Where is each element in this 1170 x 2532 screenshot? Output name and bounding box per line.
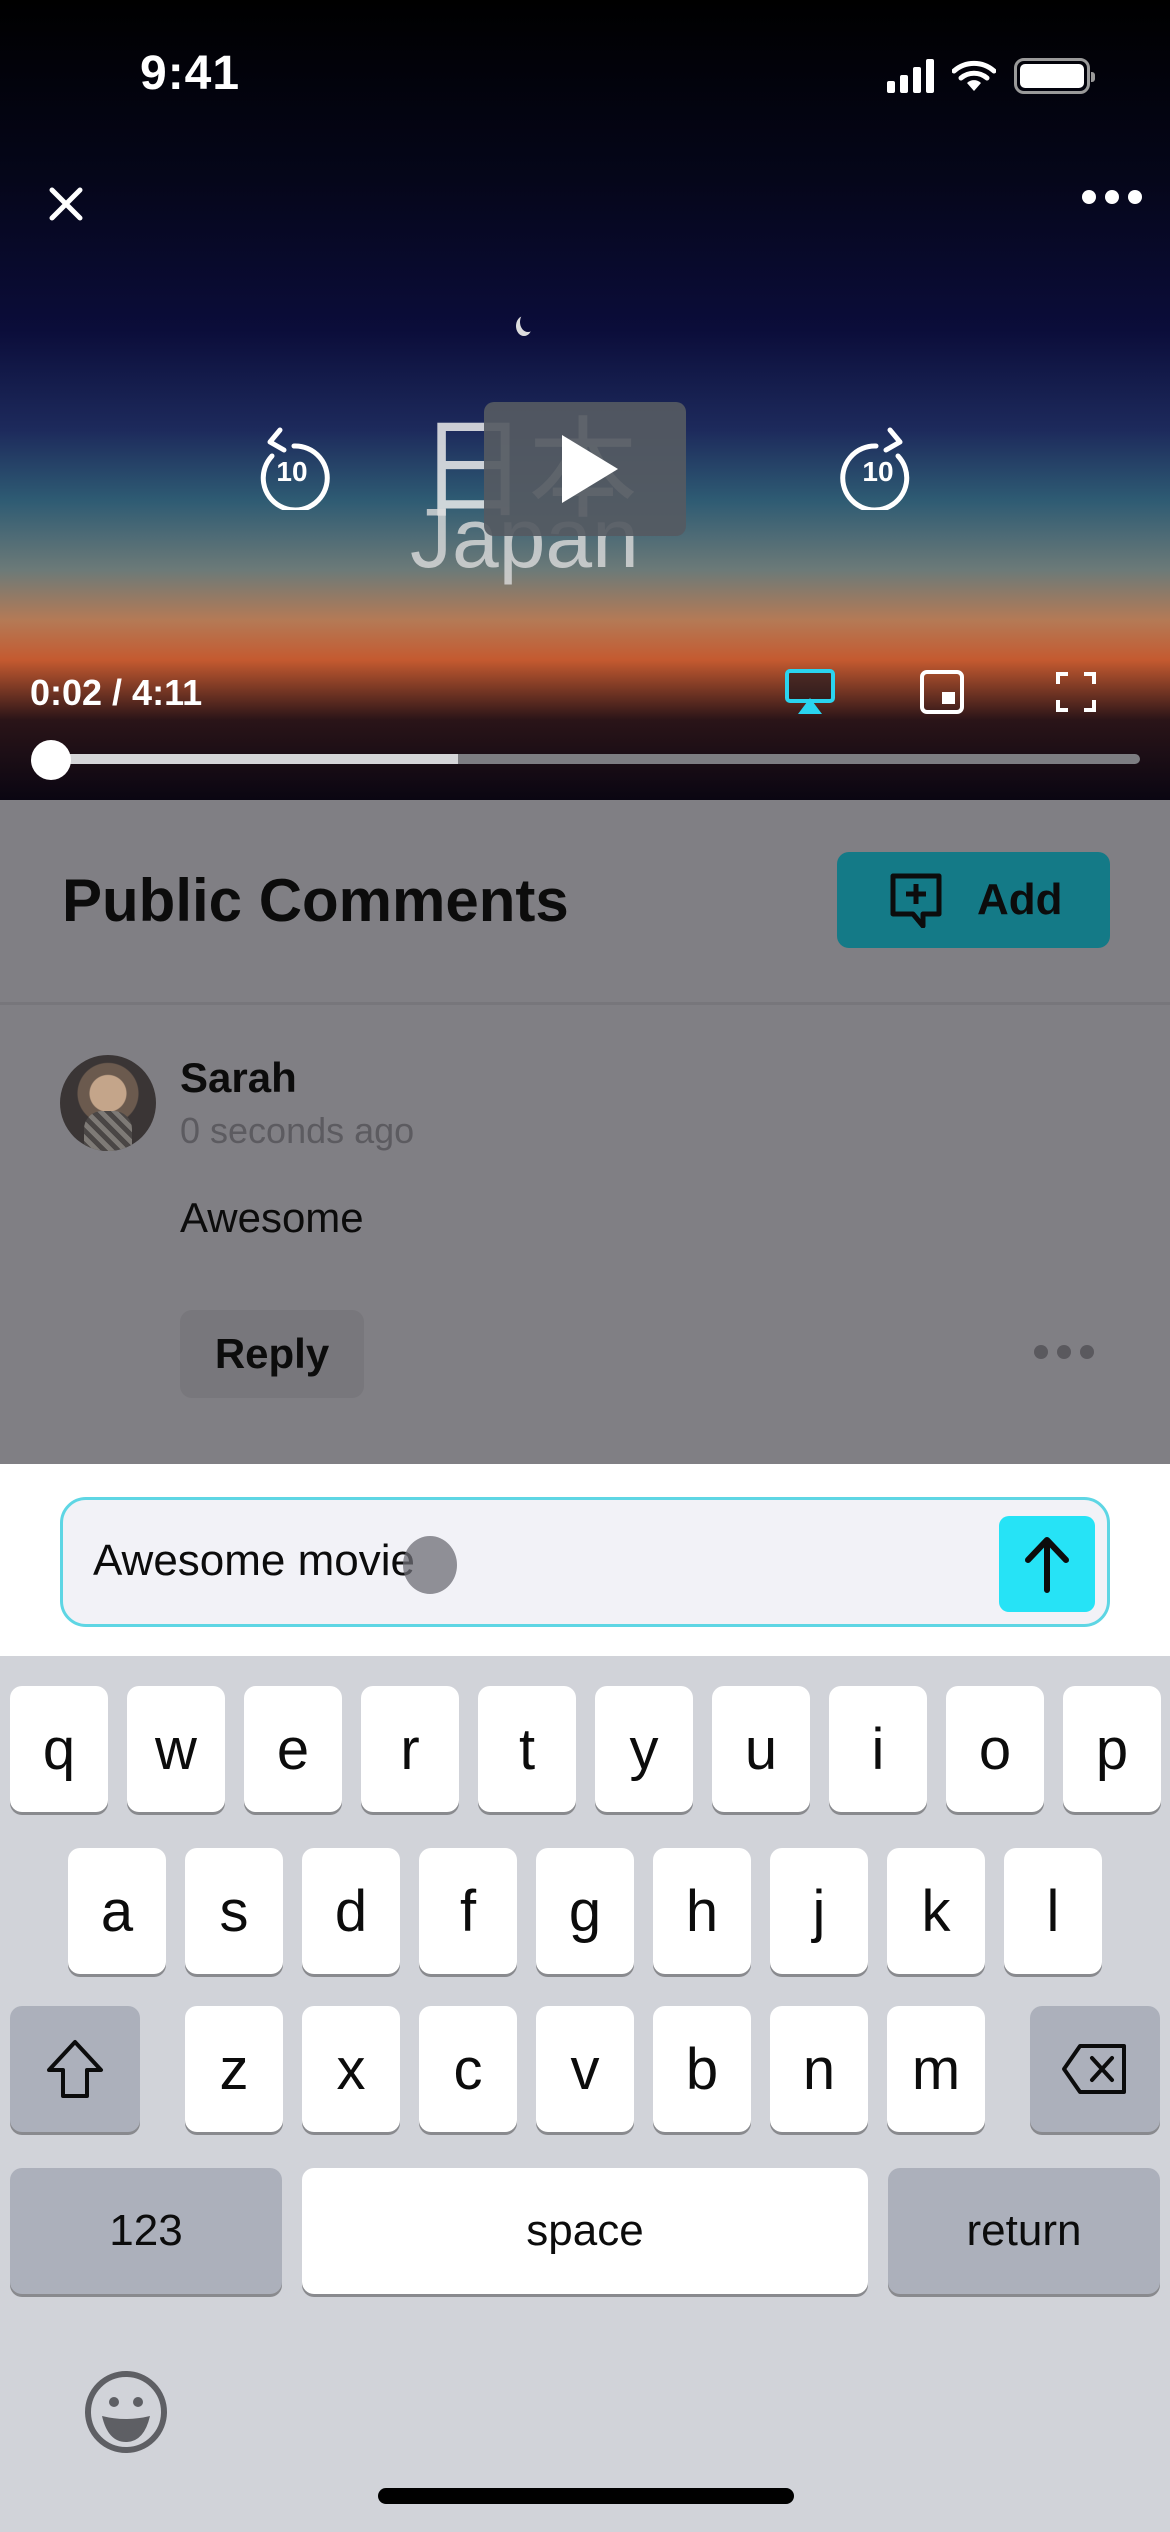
text-cursor[interactable] <box>403 1536 457 1594</box>
key-t[interactable]: t <box>478 1686 576 1812</box>
key-z[interactable]: z <box>185 2006 283 2132</box>
play-button[interactable] <box>484 402 686 536</box>
fullscreen-icon[interactable] <box>1050 668 1102 716</box>
comment-input-value[interactable]: Awesome movie <box>93 1536 415 1586</box>
progress-thumb[interactable] <box>30 740 71 780</box>
key-r[interactable]: r <box>361 1686 459 1812</box>
comments-title: Public Comments <box>62 867 569 934</box>
key-h[interactable]: h <box>653 1848 751 1974</box>
key-d[interactable]: d <box>302 1848 400 1974</box>
comment-composer: Awesome movie <box>0 1464 1170 1656</box>
comments-header: Public Comments Add <box>0 800 1170 1005</box>
key-l[interactable]: l <box>1004 1848 1102 1974</box>
moon-graphic <box>520 312 536 332</box>
key-i[interactable]: i <box>829 1686 927 1812</box>
seek-forward-button[interactable]: 10 <box>836 420 920 513</box>
comment-author[interactable]: Sarah <box>180 1054 297 1102</box>
battery-icon <box>1014 58 1095 94</box>
buffered-progress <box>40 754 458 764</box>
key-f[interactable]: f <box>419 1848 517 1974</box>
key-s[interactable]: s <box>185 1848 283 1974</box>
reply-button[interactable]: Reply <box>180 1310 364 1398</box>
arrow-up-icon <box>1025 1537 1069 1593</box>
send-button[interactable] <box>999 1516 1095 1612</box>
add-comment-icon <box>890 873 942 928</box>
status-icons <box>887 58 1095 94</box>
more-options-icon[interactable] <box>1082 190 1142 204</box>
numbers-key[interactable]: 123 <box>10 2168 282 2294</box>
space-key[interactable]: space <box>302 2168 868 2294</box>
key-w[interactable]: w <box>127 1686 225 1812</box>
key-n[interactable]: n <box>770 2006 868 2132</box>
key-b[interactable]: b <box>653 2006 751 2132</box>
key-k[interactable]: k <box>887 1848 985 1974</box>
shift-icon <box>47 2040 103 2098</box>
comment-more-icon[interactable] <box>1034 1345 1094 1359</box>
progress-bar[interactable] <box>40 754 1140 764</box>
key-a[interactable]: a <box>68 1848 166 1974</box>
add-button-label: Add <box>977 875 1063 924</box>
key-x[interactable]: x <box>302 2006 400 2132</box>
cellular-signal-icon <box>887 59 934 93</box>
shift-key[interactable] <box>10 2006 140 2132</box>
emoji-icon[interactable] <box>84 2370 168 2454</box>
status-bar: 9:41 <box>0 0 1170 130</box>
seek-forward-label: 10 <box>862 456 894 487</box>
key-u[interactable]: u <box>712 1686 810 1812</box>
wifi-icon <box>952 60 996 91</box>
key-c[interactable]: c <box>419 2006 517 2132</box>
key-g[interactable]: g <box>536 1848 634 1974</box>
key-q[interactable]: q <box>10 1686 108 1812</box>
comment-timestamp: 0 seconds ago <box>180 1110 415 1151</box>
key-j[interactable]: j <box>770 1848 868 1974</box>
key-m[interactable]: m <box>887 2006 985 2132</box>
comment-text: Awesome <box>180 1194 364 1241</box>
keyboard: qwertyuiop asdfghjkl zxcvbnm 123 space r… <box>0 1656 1170 2532</box>
delete-key[interactable] <box>1030 2006 1160 2132</box>
seek-back-label: 10 <box>276 456 308 487</box>
home-indicator[interactable] <box>378 2488 794 2504</box>
status-time: 9:41 <box>140 47 241 100</box>
add-comment-button[interactable]: Add <box>837 852 1110 948</box>
play-icon <box>562 435 618 503</box>
video-player[interactable]: 9:41 日本 Japan 10 <box>0 0 1170 800</box>
close-icon[interactable] <box>44 182 88 226</box>
airplay-icon[interactable] <box>784 668 836 716</box>
comment-input[interactable]: Awesome movie <box>60 1497 1110 1627</box>
seek-back-button[interactable]: 10 <box>250 420 334 513</box>
key-e[interactable]: e <box>244 1686 342 1812</box>
picture-in-picture-icon[interactable] <box>916 668 968 716</box>
key-p[interactable]: p <box>1063 1686 1161 1812</box>
backspace-icon <box>1062 2044 1126 2094</box>
playback-time: 0:02 / 4:11 <box>30 672 203 713</box>
comments-section: Public Comments Add Sarah 0 seconds ago … <box>0 800 1170 1464</box>
key-o[interactable]: o <box>946 1686 1044 1812</box>
return-key[interactable]: return <box>888 2168 1160 2294</box>
key-y[interactable]: y <box>595 1686 693 1812</box>
key-v[interactable]: v <box>536 2006 634 2132</box>
avatar[interactable] <box>60 1055 156 1151</box>
